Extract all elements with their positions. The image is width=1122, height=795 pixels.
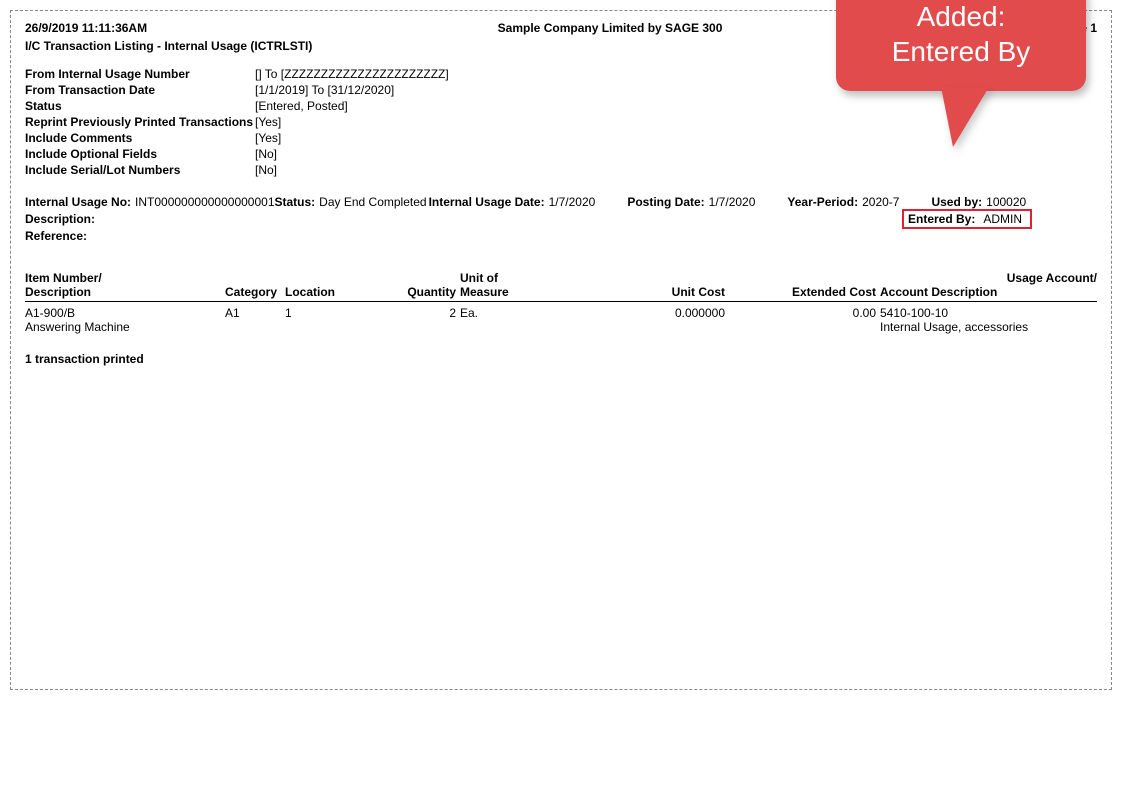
cell-uom: Ea. [460,306,590,320]
entered-by-highlight: Entered By: ADMIN [902,209,1032,229]
param-label: From Transaction Date [25,83,255,97]
usage-date-value: 1/7/2020 [549,195,596,209]
year-period-label: Year-Period: [787,195,858,209]
param-label: Status [25,99,255,113]
param-value: [Entered, Posted] [255,99,348,113]
header-rule [25,301,1097,302]
param-label: Reprint Previously Printed Transactions [25,115,255,129]
param-label: Include Optional Fields [25,147,255,161]
usage-no-value: INT000000000000000001 [135,195,274,209]
callout-line2: Entered By [892,36,1031,67]
line-items-table: Item Number/ Unit of Usage Account/ Desc… [25,271,1097,334]
table-row: A1-900/B A1 1 2 Ea. 0.000000 0.00 5410-1… [25,306,1097,320]
usage-status-label: Status: [275,195,316,209]
posting-date-label: Posting Date: [627,195,704,209]
param-value: [] To [ZZZZZZZZZZZZZZZZZZZZZZ] [255,67,449,81]
col-quantity: Quantity [345,285,460,299]
col-description: Description [25,285,225,299]
used-by-value: 100020 [986,195,1026,209]
col-account-description: Account Description [880,285,1097,299]
posting-date-value: 1/7/2020 [709,195,756,209]
entered-by-label: Entered By: [908,212,975,226]
col-measure: Measure [460,285,590,299]
param-value: [No] [255,147,277,161]
col-extended-cost: Extended Cost [725,285,880,299]
cell-account-desc: Internal Usage, accessories [880,320,1097,334]
cell-item-desc: Answering Machine [25,320,225,334]
param-value: [Yes] [255,131,281,145]
annotation-callout: Added: Entered By [836,0,1086,91]
col-uom: Unit of [460,271,590,285]
callout-line1: Added: [917,1,1006,32]
footer-summary: 1 transaction printed [25,352,1097,366]
col-category: Category [225,285,285,299]
usage-detail: Internal Usage No: INT000000000000000001… [25,195,1097,243]
reference-label: Reference: [25,229,87,243]
cell-unit-cost: 0.000000 [590,306,725,320]
entered-by-value: ADMIN [983,212,1022,226]
cell-location: 1 [285,306,345,320]
cell-account: 5410-100-10 [880,306,1097,320]
usage-no-label: Internal Usage No: [25,195,131,209]
description-label: Description: [25,212,898,226]
param-value: [Yes] [255,115,281,129]
cell-item: A1-900/B [25,306,225,320]
col-item-number: Item Number/ [25,271,225,285]
cell-quantity: 2 [345,306,460,320]
param-label: Include Comments [25,131,255,145]
used-by-label: Used by: [931,195,982,209]
col-location: Location [285,285,345,299]
param-label: From Internal Usage Number [25,67,255,81]
usage-date-label: Internal Usage Date: [429,195,545,209]
table-row: Answering Machine Internal Usage, access… [25,320,1097,334]
usage-status-value: Day End Completed [319,195,426,209]
param-value: [No] [255,163,277,177]
year-period-value: 2020-7 [862,195,899,209]
col-usage-account: Usage Account/ [880,271,1097,285]
col-unit-cost: Unit Cost [590,285,725,299]
report-page: Added: Entered By 26/9/2019 11:11:36AM S… [10,10,1112,690]
header-company: Sample Company Limited by SAGE 300 [498,21,723,35]
param-value: [1/1/2019] To [31/12/2020] [255,83,394,97]
cell-category: A1 [225,306,285,320]
cell-extended-cost: 0.00 [725,306,880,320]
param-label: Include Serial/Lot Numbers [25,163,255,177]
header-datetime: 26/9/2019 11:11:36AM [25,21,147,35]
